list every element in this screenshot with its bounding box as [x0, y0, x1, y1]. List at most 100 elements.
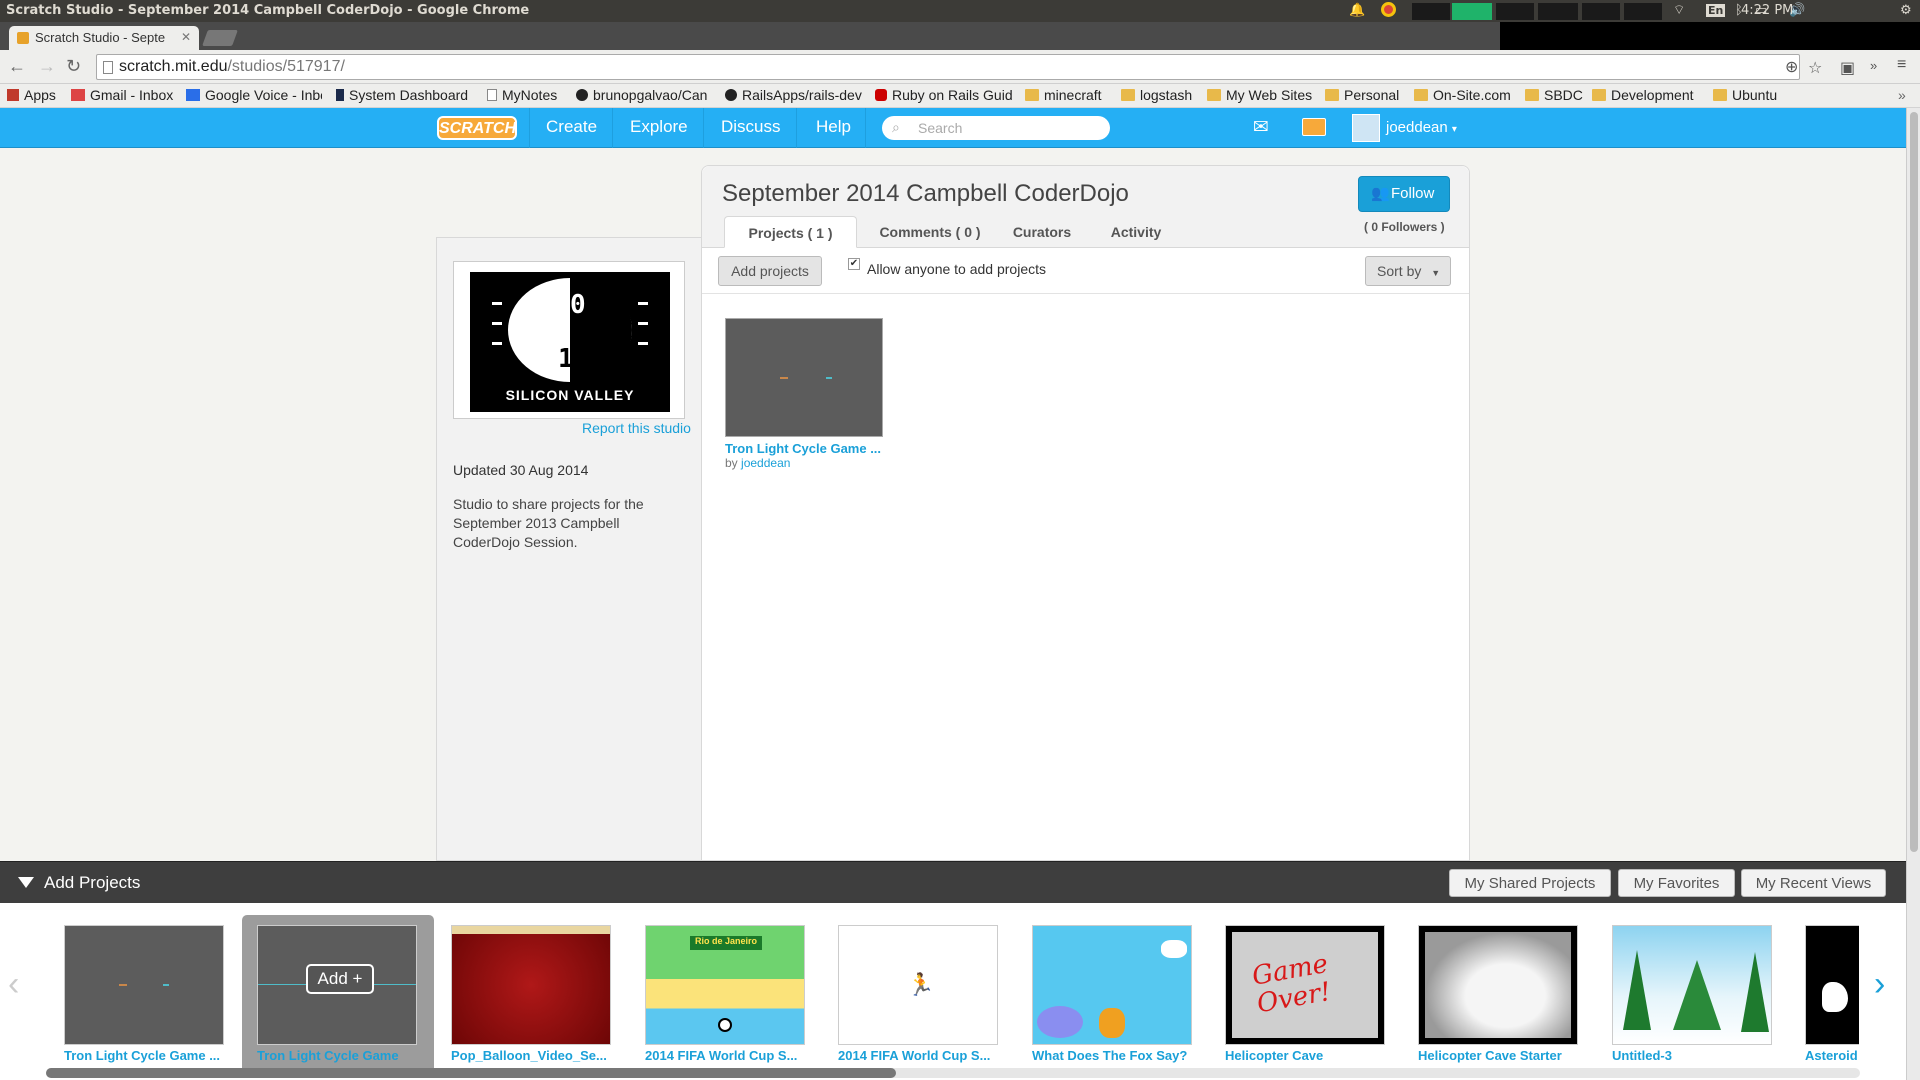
project-thumbnail[interactable]: Add + [257, 925, 417, 1045]
project-title[interactable]: Tron Light Cycle Game ... [64, 1048, 224, 1063]
follow-button[interactable]: 👥 Follow [1358, 176, 1450, 212]
project-thumbnail[interactable] [64, 925, 224, 1045]
bell-icon[interactable]: 🔔 [1349, 2, 1365, 20]
nav-explore[interactable]: Explore [630, 117, 688, 137]
chrome-icon[interactable] [1381, 2, 1396, 20]
allow-anyone-checkbox[interactable]: ✔ [848, 258, 860, 270]
project-thumbnail[interactable] [451, 925, 611, 1045]
my-favorites-button[interactable]: My Favorites [1618, 869, 1735, 897]
bookmark-gmail[interactable]: Gmail - Inbox [71, 87, 175, 103]
drawer-project-card[interactable]: Asteroid [1805, 925, 1859, 1063]
browser-tab[interactable]: Scratch Studio - Septe ✕ [9, 26, 199, 50]
chrome-menu-icon[interactable]: ≡ [1897, 56, 1906, 74]
report-studio-link[interactable]: Report this studio [582, 420, 691, 436]
drawer-project-card[interactable]: Rio de Janeiro 2014 FIFA World Cup S... [645, 925, 805, 1063]
rails-icon [875, 89, 887, 101]
drawer-project-card[interactable]: Pop_Balloon_Video_Se... [451, 925, 611, 1063]
wifi-icon[interactable]: ⌔ [1673, 2, 1685, 20]
project-author[interactable]: joeddean [741, 456, 790, 470]
drawer-project-card[interactable]: Game Over! Helicopter Cave [1225, 925, 1385, 1063]
drawer-project-card[interactable]: Helicopter Cave Starter [1418, 925, 1578, 1063]
address-bar[interactable]: scratch.mit.edu/studios/517917/ ⊕ [96, 54, 1800, 80]
add-plus-button[interactable]: Add + [306, 964, 374, 994]
project-thumbnail[interactable] [1612, 925, 1772, 1045]
project-title[interactable]: Tron Light Cycle Game [257, 1048, 417, 1063]
project-title[interactable]: Untitled-3 [1612, 1048, 1772, 1063]
bookmark-sbdc[interactable]: SBDC [1525, 87, 1583, 103]
tab-curators[interactable]: Curators [1000, 216, 1084, 248]
nav-discuss[interactable]: Discuss [721, 117, 781, 137]
zoom-icon[interactable]: ⊕ [1785, 57, 1798, 77]
project-thumbnail[interactable]: 🏃 [838, 925, 998, 1045]
bookmark-my-web-sites[interactable]: My Web Sites [1207, 87, 1312, 103]
carousel-prev-arrow-icon[interactable]: ‹ [8, 965, 19, 1004]
drawer-project-card[interactable]: What Does The Fox Say? [1032, 925, 1192, 1063]
tab-projects[interactable]: Projects ( 1 ) [724, 216, 857, 248]
project-thumbnail[interactable]: Game Over! [1225, 925, 1385, 1045]
bookmark-personal[interactable]: Personal [1325, 87, 1399, 103]
project-title[interactable]: 2014 FIFA World Cup S... [838, 1048, 998, 1063]
nav-create[interactable]: Create [546, 117, 597, 137]
project-title[interactable]: Asteroid [1805, 1048, 1859, 1063]
reload-icon[interactable]: ↻ [66, 56, 81, 77]
project-thumbnail[interactable] [1805, 925, 1859, 1045]
tab-comments[interactable]: Comments ( 0 ) [870, 216, 990, 248]
power-icon[interactable]: ⚙ [1900, 2, 1912, 20]
drawer-project-card-selected[interactable]: Add + Tron Light Cycle Game [257, 925, 417, 1063]
bookmark-ubuntu[interactable]: Ubuntu [1713, 87, 1777, 103]
more-bookmarks-icon[interactable]: » [1898, 87, 1906, 103]
page-scrollbar-thumb[interactable] [1910, 112, 1918, 852]
project-card[interactable]: Tron Light Cycle Game ... by joeddean [725, 318, 887, 470]
bookmark-on-site[interactable]: On-Site.com [1414, 87, 1511, 103]
tab-activity[interactable]: Activity [1094, 216, 1178, 248]
project-thumbnail[interactable] [1032, 925, 1192, 1045]
clock[interactable]: 4:22 PM [1741, 3, 1793, 18]
carousel-scrollbar-thumb[interactable] [46, 1068, 896, 1078]
bookmark-apps[interactable]: Apps [7, 87, 56, 103]
project-title[interactable]: Pop_Balloon_Video_Se... [451, 1048, 611, 1063]
messages-envelope-icon[interactable]: ✉ [1253, 116, 1269, 139]
drawer-project-card[interactable]: Tron Light Cycle Game ... [64, 925, 224, 1063]
user-menu[interactable]: joeddean ▾ [1352, 114, 1457, 142]
my-stuff-folder-icon[interactable] [1302, 118, 1326, 136]
bookmark-github-1[interactable]: brunopgalvao/Can [576, 87, 714, 103]
search-input[interactable]: ⌕ Search [882, 116, 1110, 140]
bookmark-development[interactable]: Development [1592, 87, 1694, 103]
project-title[interactable]: Helicopter Cave [1225, 1048, 1385, 1063]
nav-help[interactable]: Help [816, 117, 851, 137]
forward-arrow-icon[interactable]: → [38, 56, 56, 77]
new-tab-button[interactable] [202, 30, 238, 46]
collapse-triangle-icon[interactable] [18, 877, 34, 888]
close-tab-icon[interactable]: ✕ [181, 30, 191, 44]
bookmark-google-voice[interactable]: Google Voice - Inbo [186, 87, 322, 103]
bookmark-minecraft[interactable]: minecraft [1025, 87, 1102, 103]
project-thumbnail[interactable] [1418, 925, 1578, 1045]
bookmark-logstash[interactable]: logstash [1121, 87, 1192, 103]
back-arrow-icon[interactable]: ← [8, 56, 26, 77]
more-extensions-icon[interactable]: » [1870, 58, 1877, 73]
carousel-next-arrow-icon[interactable]: › [1874, 965, 1885, 1004]
drawer-project-card[interactable]: 🏃 2014 FIFA World Cup S... [838, 925, 998, 1063]
add-projects-drawer-header[interactable]: Add Projects My Shared Projects My Favor… [0, 861, 1906, 903]
drawer-project-card[interactable]: Untitled-3 [1612, 925, 1772, 1063]
project-thumbnail[interactable] [725, 318, 883, 437]
my-recent-views-button[interactable]: My Recent Views [1741, 869, 1886, 897]
bookmark-rails-guides[interactable]: Ruby on Rails Guid [875, 87, 1013, 103]
my-shared-projects-button[interactable]: My Shared Projects [1449, 869, 1611, 897]
bookmark-system-dashboard[interactable]: System Dashboard [336, 87, 474, 103]
add-projects-button[interactable]: Add projects [718, 256, 822, 286]
extension-icon[interactable]: ▣ [1840, 58, 1855, 78]
project-title[interactable]: What Does The Fox Say? [1032, 1048, 1192, 1063]
bookmark-mynotes[interactable]: MyNotes [487, 87, 567, 103]
project-title[interactable]: 2014 FIFA World Cup S... [645, 1048, 805, 1063]
bookmark-github-2[interactable]: RailsApps/rails-dev [725, 87, 865, 103]
page-scrollbar[interactable] [1906, 108, 1920, 1080]
sort-by-dropdown[interactable]: Sort by ▼ [1365, 256, 1451, 286]
project-title[interactable]: Tron Light Cycle Game ... [725, 441, 887, 456]
keyboard-layout-indicator[interactable]: En [1706, 2, 1726, 20]
bookmark-star-icon[interactable]: ☆ [1808, 58, 1822, 78]
scratch-logo[interactable]: SCRATCH [437, 116, 517, 140]
project-thumbnail[interactable]: Rio de Janeiro [645, 925, 805, 1045]
project-title[interactable]: Helicopter Cave Starter [1418, 1048, 1578, 1063]
folder-icon [1207, 89, 1221, 101]
